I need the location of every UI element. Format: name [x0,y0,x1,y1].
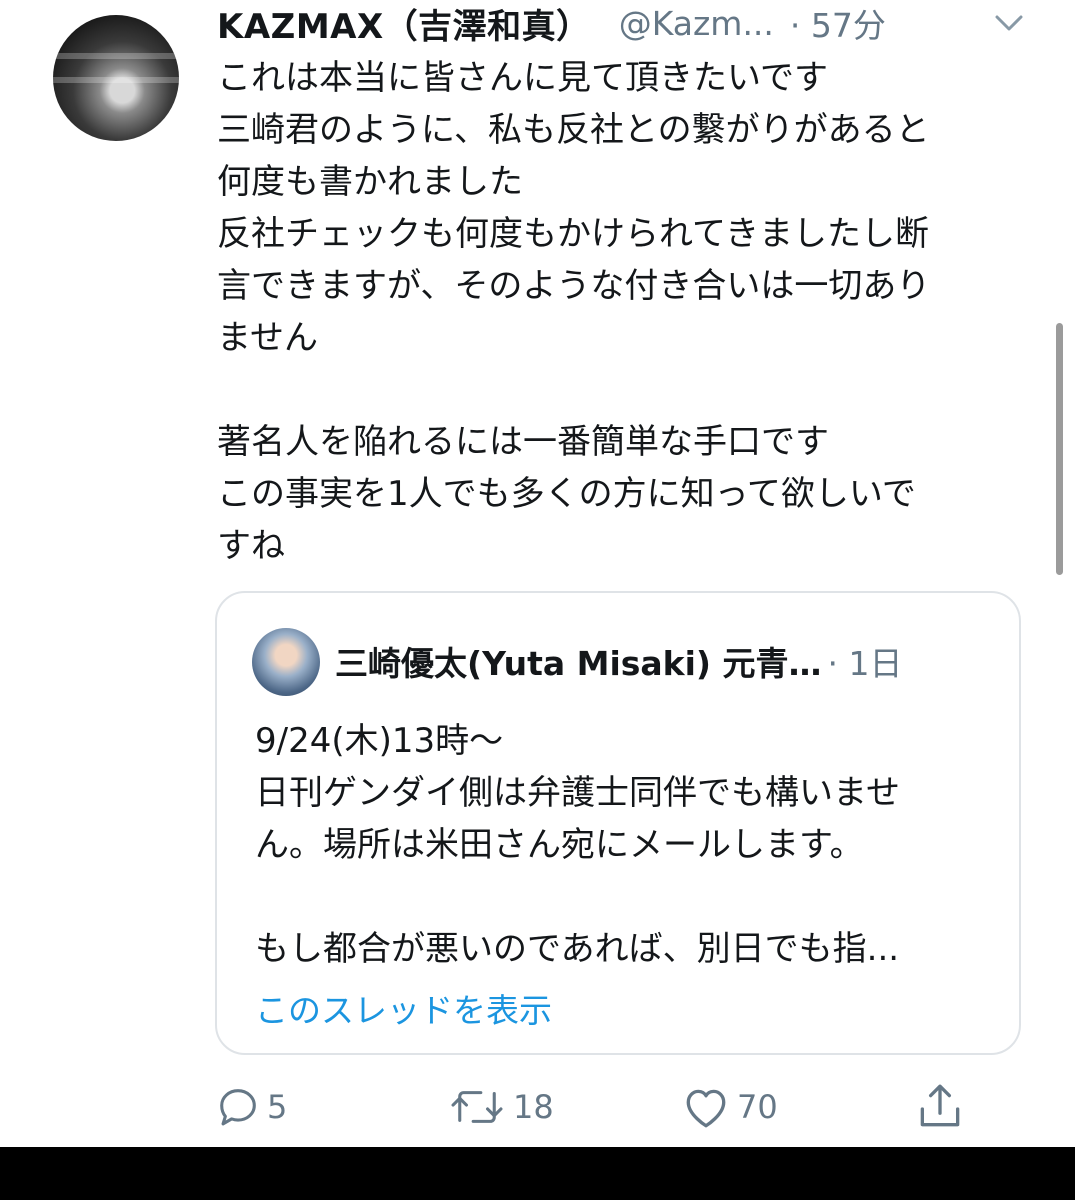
retweet-count: 18 [513,1088,554,1126]
tweet-header: KAZMAX（吉澤和真） @Kazm... · 57分 [217,0,1037,48]
show-thread-link[interactable]: このスレッドを表示 [255,984,552,1032]
like-count: 70 [737,1088,778,1126]
reply-count: 5 [267,1088,288,1126]
retweet-button[interactable]: 18 [447,1078,554,1136]
reply-button[interactable]: 5 [215,1078,287,1136]
quoted-line: もし都合が悪いのであれば、別日でも指... [255,929,900,969]
quoted-timestamp: · 1日 [827,644,903,683]
tweet-line: 何度も書かれました [217,162,523,202]
bottom-black-bar [0,1147,1075,1200]
author-name[interactable]: KAZMAX（吉澤和真） [217,0,591,48]
tweet-timestamp[interactable]: · 57分 [790,0,886,47]
quoted-tweet-header: 三崎優太(Yuta Misaki) 元青… · 1日 [335,637,902,685]
like-icon [686,1089,726,1128]
author-handle[interactable]: @Kazm... [619,4,774,43]
tweet-line: 著名人を陥れるには一番簡単な手口です [217,422,829,462]
quoted-author-name: 三崎優太(Yuta Misaki) 元青… [335,644,822,683]
tweet-line: すね [217,526,285,566]
tweet-line: 反社チェックも何度もかけられてきましたし断 [217,214,929,254]
tweet-actions: 5 18 70 [215,1078,975,1136]
quoted-line: 9/24(木)13時〜 [255,721,504,761]
quoted-line: 日刊ゲンダイ側は弁護士同伴でも構いませ [255,773,900,813]
retweet-icon [451,1091,503,1123]
quoted-tweet-body: 9/24(木)13時〜 日刊ゲンダイ側は弁護士同伴でも構いませ ん。場所は米田さ… [255,715,900,975]
tweet-body: これは本当に皆さんに見て頂きたいです 三崎君のように、私も反社との繋がりがあると… [217,52,1027,572]
tweet-line: 言できますが、そのような付き合いは一切あり [217,266,931,306]
tweet-line: これは本当に皆さんに見て頂きたいです [217,58,828,98]
reply-icon [220,1089,256,1126]
tweet-line: ません [217,318,318,358]
quoted-line: ん。場所は米田さん宛にメールします。 [255,825,864,865]
share-button[interactable] [915,1078,965,1136]
share-icon [920,1084,960,1127]
quoted-tweet-card[interactable]: 三崎優太(Yuta Misaki) 元青… · 1日 9/24(木)13時〜 日… [215,591,1021,1055]
scrollbar[interactable] [1056,323,1063,575]
like-button[interactable]: 70 [681,1078,778,1136]
tweet-line: 三崎君のように、私も反社との繋がりがあると [217,110,930,150]
tweet-line: この事実を1人でも多くの方に知って欲しいで [217,474,916,514]
chevron-down-icon[interactable] [987,8,1031,38]
author-avatar[interactable] [53,15,179,141]
quoted-author-avatar[interactable] [252,628,320,696]
